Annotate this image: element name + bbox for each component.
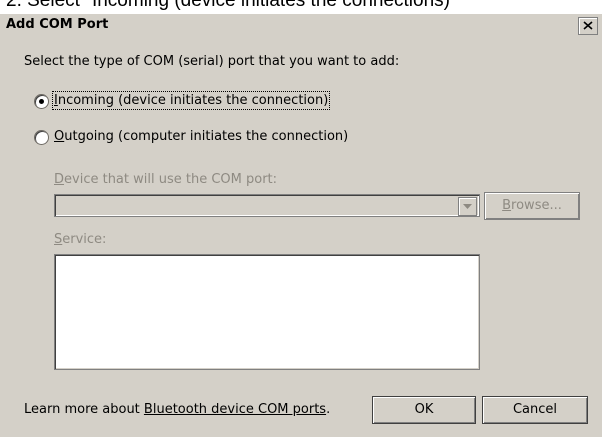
device-label-rest: evice that will use the COM port: <box>64 172 278 187</box>
device-dropdown-button[interactable] <box>458 197 477 216</box>
browse-label-rest: rowse... <box>511 198 562 213</box>
learn-more-prefix: Learn more about <box>24 402 144 417</box>
ok-button[interactable]: OK <box>372 396 476 424</box>
service-listbox[interactable] <box>54 254 480 370</box>
browse-mnemonic: B <box>502 198 512 213</box>
add-com-port-dialog: Add COM Port Select the type of COM (ser… <box>0 14 602 437</box>
incoming-option-label[interactable]: Incoming (device initiates the connectio… <box>51 91 331 110</box>
chevron-down-icon <box>463 204 472 209</box>
dialog-title: Add COM Port <box>6 17 109 32</box>
device-combobox[interactable] <box>54 194 480 217</box>
close-icon <box>583 21 593 30</box>
incoming-radio[interactable] <box>34 94 49 109</box>
outgoing-mnemonic: O <box>54 129 65 144</box>
outgoing-option-label[interactable]: Outgoing (computer initiates the connect… <box>54 129 348 144</box>
learn-more-text: Learn more about Bluetooth device COM po… <box>24 402 330 417</box>
prompt-text: Select the type of COM (serial) port tha… <box>24 54 400 69</box>
bluetooth-com-ports-link[interactable]: Bluetooth device COM ports <box>144 402 326 417</box>
service-label-rest: ervice: <box>62 232 107 247</box>
incoming-label-rest: ncoming (device initiates the connection… <box>57 93 329 108</box>
titlebar: Add COM Port <box>0 14 602 36</box>
browse-button[interactable]: Browse... <box>484 192 580 220</box>
service-label: Service: <box>54 232 106 247</box>
outgoing-radio[interactable] <box>34 130 49 145</box>
device-mnemonic: D <box>54 172 65 187</box>
radio-selected-dot <box>39 99 44 104</box>
outgoing-label-rest: utgoing (computer initiates the connecti… <box>64 129 349 144</box>
learn-more-suffix: . <box>326 402 331 417</box>
close-button[interactable] <box>578 17 598 35</box>
caption-strip: 2. Select "Incoming (device initiates th… <box>0 0 602 14</box>
device-label: Device that will use the COM port: <box>54 172 277 187</box>
caption-text: 2. Select "Incoming (device initiates th… <box>6 0 457 11</box>
cancel-button[interactable]: Cancel <box>482 396 588 424</box>
